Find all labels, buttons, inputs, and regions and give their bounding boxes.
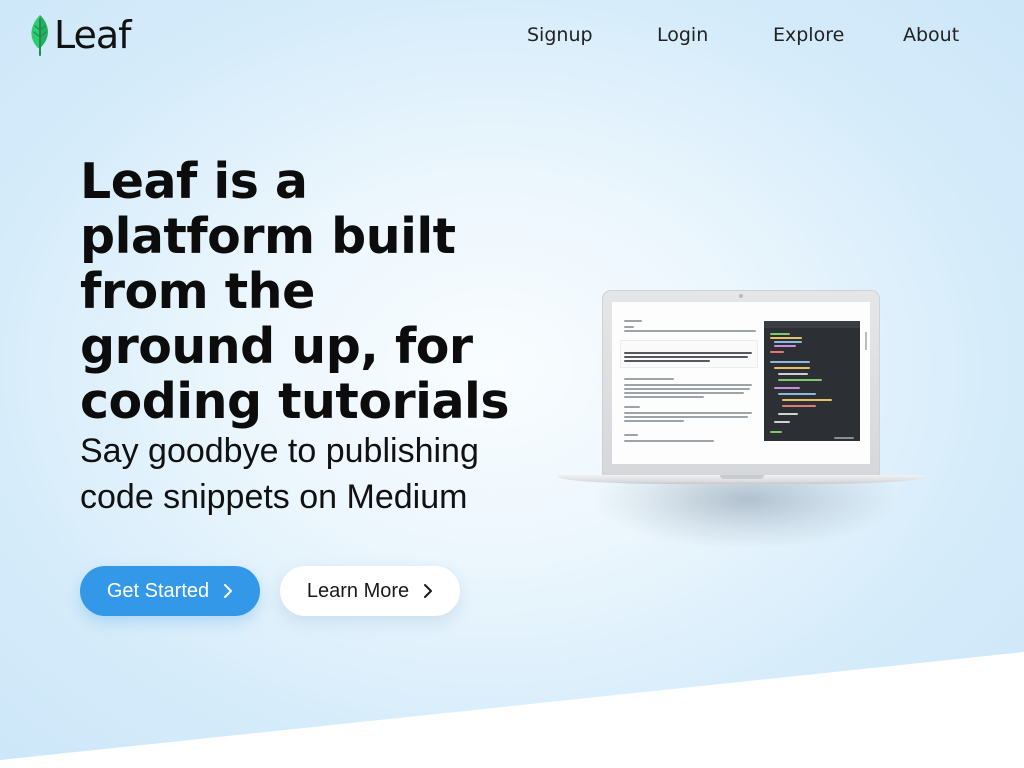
- get-started-button[interactable]: Get Started: [80, 566, 260, 616]
- hero-headline: Leaf is a platform built from the ground…: [80, 153, 509, 430]
- laptop-camera: [739, 294, 743, 298]
- logo-text: Leaf: [54, 13, 132, 57]
- nav-about[interactable]: About: [903, 24, 959, 46]
- logo[interactable]: Leaf: [28, 13, 132, 57]
- main-nav: Signup Login Explore About: [504, 24, 1024, 50]
- laptop-mockup: [556, 288, 928, 558]
- laptop-lid: [602, 290, 880, 476]
- leaf-icon: [31, 15, 48, 56]
- hero-subheadline: Say goodbye to publishing code snippets …: [80, 432, 479, 516]
- chevron-right-icon: [224, 584, 233, 598]
- laptop-notch: [720, 475, 764, 479]
- learn-more-label: Learn More: [306, 579, 410, 602]
- get-started-label: Get Started: [106, 579, 210, 602]
- laptop-screen: [612, 302, 870, 464]
- code-editor-preview: [764, 321, 860, 441]
- nav-explore[interactable]: Explore: [773, 24, 844, 46]
- learn-more-button[interactable]: Learn More: [280, 566, 460, 616]
- nav-login[interactable]: Login: [657, 24, 708, 46]
- laptop-shadow: [596, 478, 896, 548]
- nav-signup[interactable]: Signup: [527, 24, 593, 46]
- chevron-right-icon: [424, 584, 433, 598]
